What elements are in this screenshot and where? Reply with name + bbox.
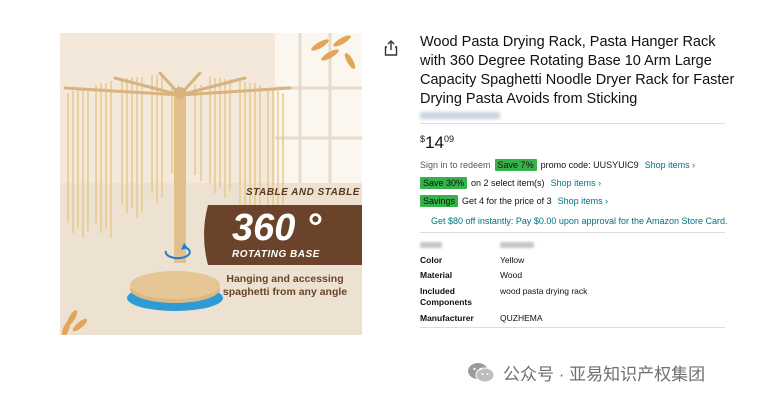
spec-label-color: Color: [420, 255, 443, 265]
divider: [420, 232, 725, 233]
share-icon[interactable]: [384, 40, 398, 56]
image-caption-line2: spaghetti from any angle: [222, 286, 348, 298]
spec-value-material: Wood: [500, 270, 523, 280]
wechat-icon: [468, 362, 495, 382]
image-big-text: 360 °: [232, 207, 322, 249]
product-title: Wood Pasta Drying Rack, Pasta Hanger Rac…: [420, 34, 735, 107]
blurred-spec-label: [420, 242, 442, 248]
price-whole: 14: [425, 133, 444, 152]
watermark-text: 公众号 · 亚易知识产权集团: [503, 365, 706, 384]
spec-label-manufacturer: Manufacturer: [420, 313, 474, 323]
divider: [420, 327, 725, 328]
promo-text: on 2 select item(s): [471, 178, 545, 188]
promo-row-coupon: Sign in to redeem Save 7% promo code: UU…: [420, 159, 695, 171]
spec-value-included-components: wood pasta drying rack: [500, 286, 588, 296]
save-badge: Save 7%: [494, 159, 537, 171]
promo-row-select: Save 30% on 2 select item(s) Shop items …: [420, 177, 601, 189]
promo-row-savings: Savings Get 4 for the price of 3 Shop it…: [420, 195, 608, 207]
sign-in-text: Sign in to redeem: [420, 160, 491, 170]
blurred-store-link[interactable]: [420, 112, 500, 119]
spec-value-color: Yellow: [500, 255, 525, 265]
price: $1409: [420, 133, 454, 153]
promo-code-text: promo code: UUSYUIC9: [540, 160, 639, 170]
image-caption: Hanging and accessing spaghetti from any…: [210, 273, 360, 299]
spec-label-material: Material: [420, 270, 453, 280]
product-image[interactable]: STABLE AND STABLE 360 ° ROTATING BASE Ha…: [60, 33, 362, 335]
promo-text: Get 4 for the price of 3: [462, 196, 552, 206]
image-headline: STABLE AND STABLE: [246, 187, 360, 198]
savings-badge: Savings: [420, 195, 459, 207]
store-card-offer[interactable]: Get $80 off instantly: Pay $0.00 upon ap…: [431, 216, 728, 226]
image-subtitle: ROTATING BASE: [232, 249, 320, 260]
price-fraction: 09: [443, 134, 454, 144]
blurred-spec-value: [500, 242, 534, 248]
watermark: 公众号 · 亚易知识产权集团: [467, 360, 705, 385]
spec-value-manufacturer: QUZHEMA: [500, 313, 543, 323]
shop-items-link[interactable]: Shop items ›: [558, 196, 609, 206]
divider: [420, 123, 725, 124]
price-symbol: $: [420, 134, 426, 144]
save-badge: Save 30%: [420, 177, 468, 189]
image-caption-line1: Hanging and accessing: [226, 273, 344, 285]
shop-items-link[interactable]: Shop items ›: [551, 178, 602, 188]
store-card-offer-text[interactable]: Get $80 off instantly: Pay $0.00 upon ap…: [431, 216, 728, 226]
shop-items-link[interactable]: Shop items ›: [645, 160, 696, 170]
spec-label-included-components: Included Components: [420, 286, 472, 307]
